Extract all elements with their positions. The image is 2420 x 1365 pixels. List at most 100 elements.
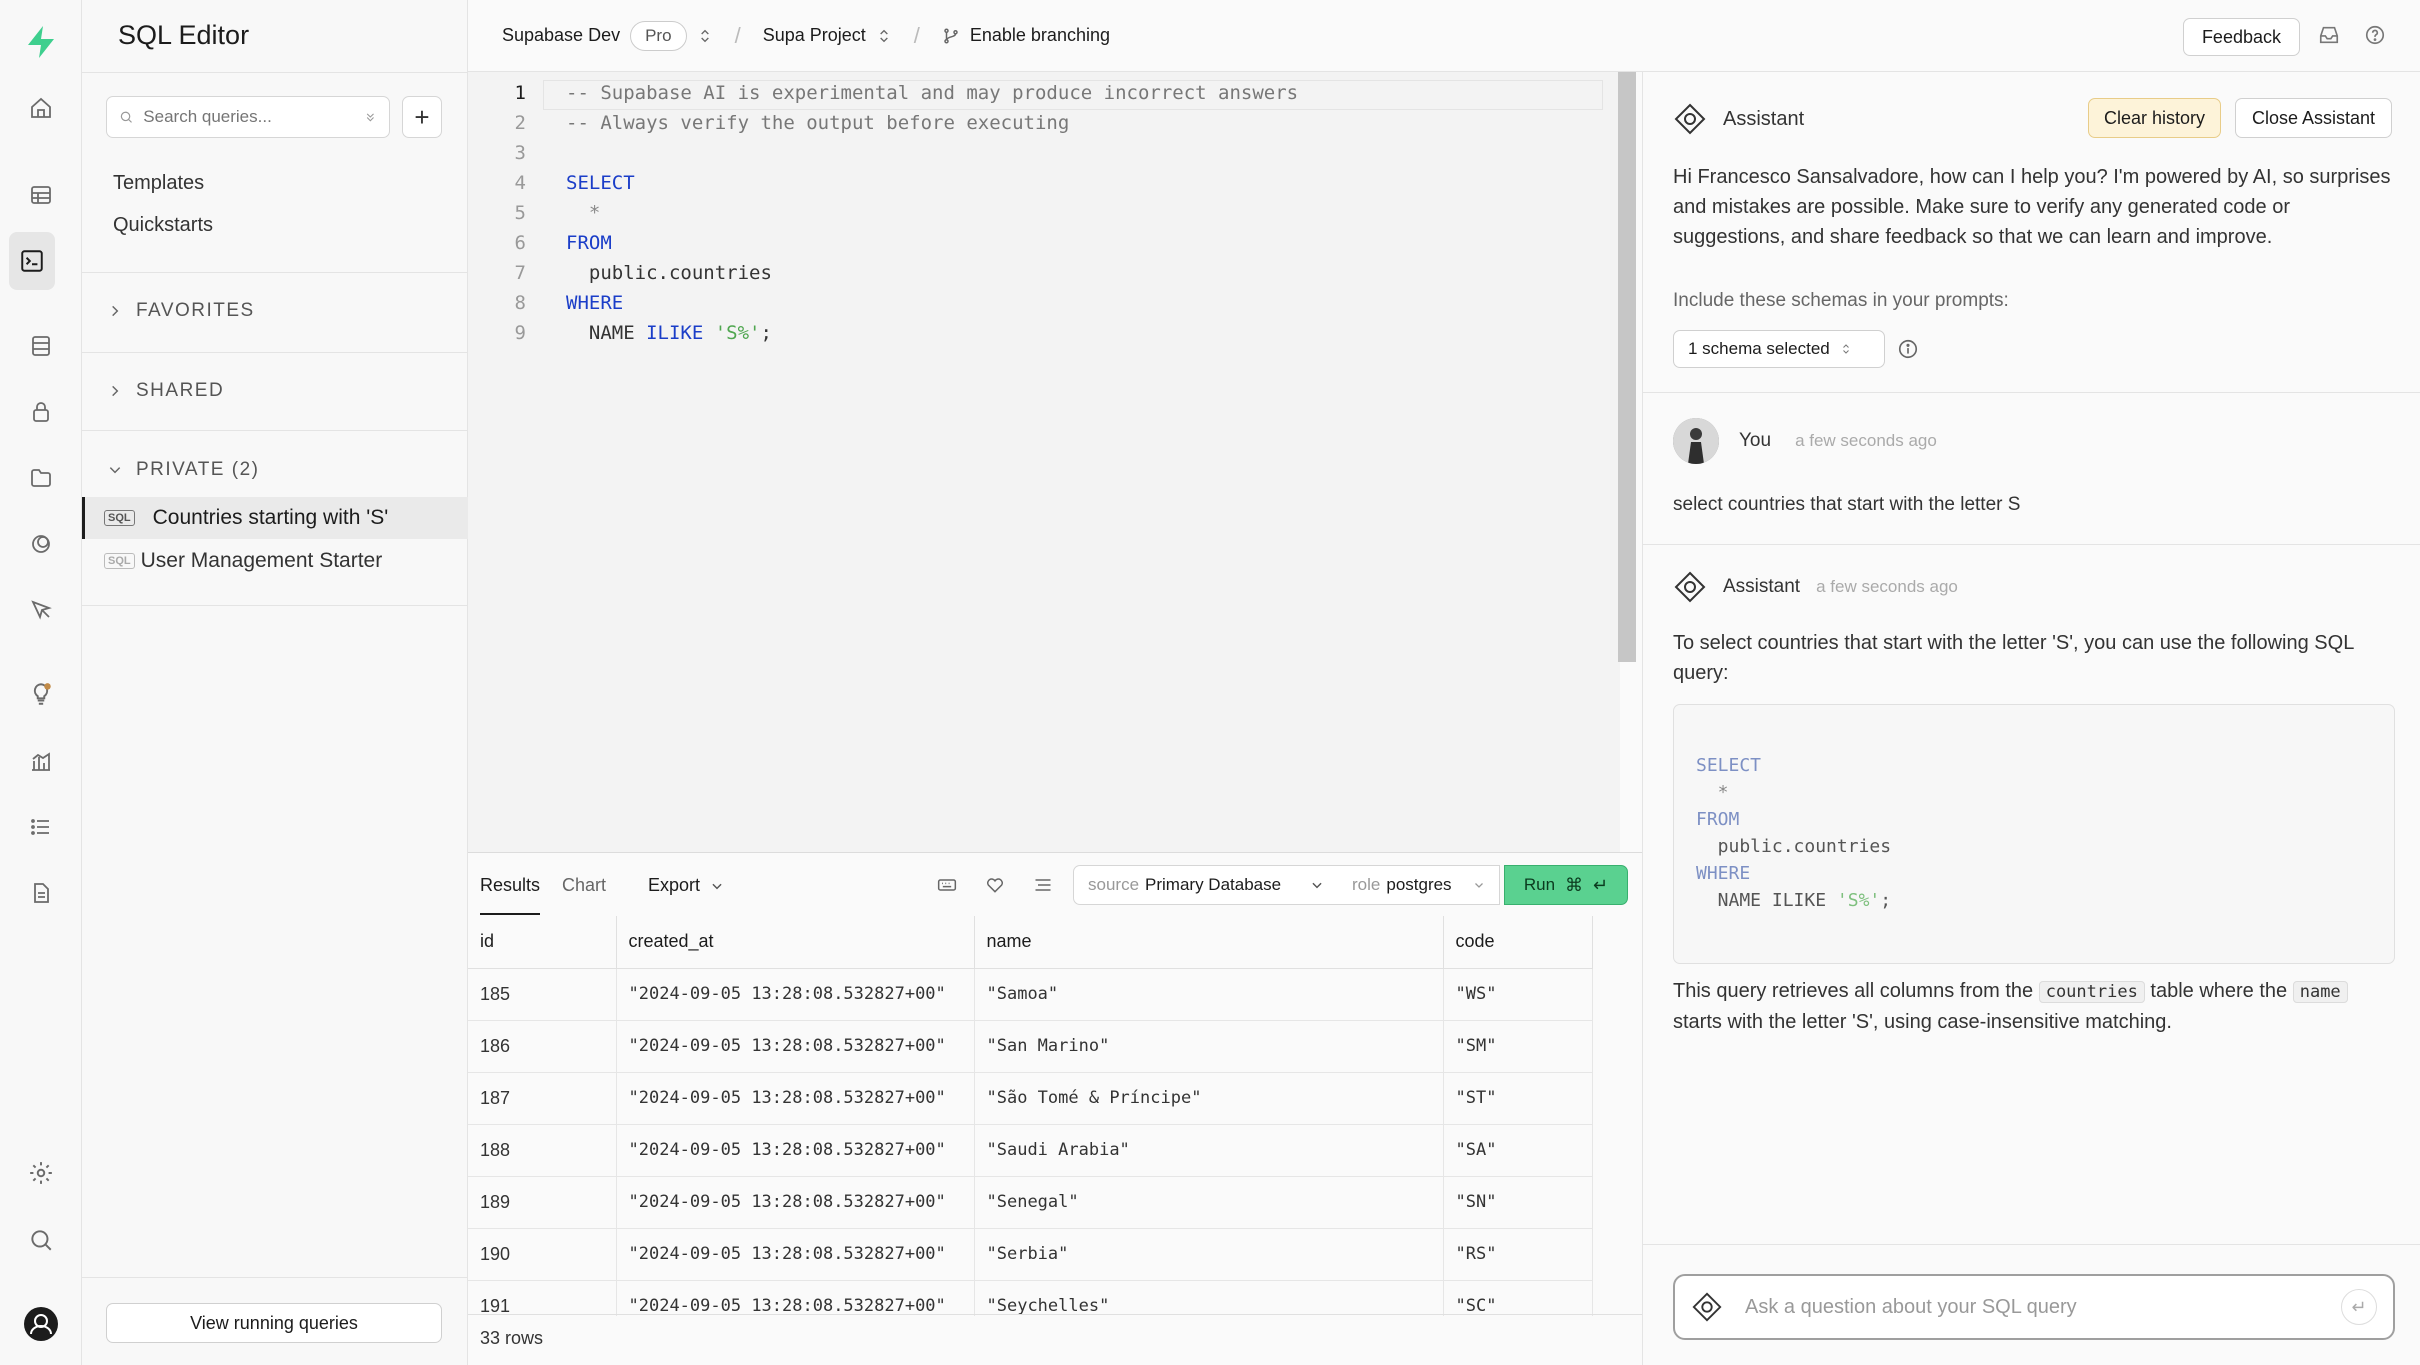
shared-section[interactable]: SHARED <box>108 380 224 402</box>
ask-assistant-field[interactable]: ↵ <box>1673 1274 2395 1340</box>
org-breadcrumb[interactable]: Supabase Dev Pro <box>502 20 713 51</box>
table-cell[interactable]: 190 <box>468 1228 617 1281</box>
table-cell[interactable]: "2024-09-05 13:28:08.532827+00" <box>616 1228 975 1281</box>
settings-gear-icon[interactable] <box>21 1153 61 1193</box>
table-cell[interactable]: "Senegal" <box>974 1176 1444 1229</box>
favorite-heart-icon[interactable] <box>984 875 1006 895</box>
table-cell[interactable]: "SA" <box>1443 1124 1593 1177</box>
column-header[interactable]: id <box>468 916 617 969</box>
new-query-button[interactable]: + <box>402 96 442 138</box>
role-select[interactable]: role postgres <box>1338 865 1500 905</box>
realtime-icon[interactable] <box>21 524 61 564</box>
results-table-wrapper[interactable]: id created_at name code 185 "2024-09-05 1… <box>468 916 1598 1316</box>
info-icon[interactable] <box>1897 338 1919 360</box>
home-icon[interactable] <box>21 88 61 128</box>
export-dropdown[interactable]: Export <box>648 875 724 896</box>
table-cell[interactable]: "2024-09-05 13:28:08.532827+00" <box>616 1020 975 1073</box>
table-row[interactable]: 189 "2024-09-05 13:28:08.532827+00" "Seneg… <box>468 1176 1593 1229</box>
send-enter-icon[interactable]: ↵ <box>2341 1289 2377 1325</box>
table-cell[interactable]: "RS" <box>1443 1228 1593 1281</box>
divider <box>468 1314 1642 1315</box>
table-cell[interactable]: "2024-09-05 13:28:08.532827+00" <box>616 1124 975 1177</box>
table-row[interactable]: 185 "2024-09-05 13:28:08.532827+00" "Samoa… <box>468 968 1593 1021</box>
inbox-icon[interactable] <box>2318 24 2340 46</box>
table-cell[interactable]: 187 <box>468 1072 617 1125</box>
sql-editor-icon[interactable] <box>9 232 55 290</box>
table-row[interactable]: 187 "2024-09-05 13:28:08.532827+00" "São T… <box>468 1072 1593 1125</box>
sql-code-block[interactable]: SELECT * FROM public.countries WHERE NAM… <box>1673 704 2395 964</box>
supabase-logo-icon[interactable] <box>21 22 61 62</box>
search-icon[interactable] <box>21 1220 61 1260</box>
table-row[interactable]: 190 "2024-09-05 13:28:08.532827+00" "Serbi… <box>468 1228 1593 1281</box>
favorites-section[interactable]: FAVORITES <box>108 300 255 322</box>
column-header[interactable]: code <box>1443 916 1593 969</box>
table-cell[interactable]: "2024-09-05 13:28:08.532827+00" <box>616 968 975 1021</box>
table-cell[interactable]: "Saudi Arabia" <box>974 1124 1444 1177</box>
chevron-right-icon <box>112 385 119 397</box>
reports-icon[interactable] <box>21 741 61 781</box>
search-queries-field[interactable] <box>106 96 390 138</box>
table-cell[interactable]: "SM" <box>1443 1020 1593 1073</box>
table-cell[interactable]: "ST" <box>1443 1072 1593 1125</box>
query-item-countries[interactable]: SQL Countries starting with 'S' <box>82 497 468 539</box>
chevron-down-icon <box>1475 883 1483 888</box>
source-value: Primary Database <box>1145 875 1282 894</box>
table-cell[interactable]: 188 <box>468 1124 617 1177</box>
table-cell[interactable]: "San Marino" <box>974 1020 1444 1073</box>
close-assistant-button[interactable]: Close Assistant <box>2235 98 2393 138</box>
templates-link[interactable]: Templates <box>113 172 204 195</box>
ask-input[interactable] <box>1745 1295 2341 1319</box>
logs-list-icon[interactable] <box>21 807 61 847</box>
column-header[interactable]: name <box>974 916 1444 969</box>
table-row[interactable]: 191 "2024-09-05 13:28:08.532827+00" "Seych… <box>468 1280 1593 1316</box>
column-header[interactable]: created_at <box>616 916 975 969</box>
code-editor[interactable]: 1 2 3 4 5 6 7 8 9 -- Supabase AI is expe… <box>468 72 1636 852</box>
schema-select[interactable]: 1 schema selected <box>1673 330 1885 368</box>
source-select[interactable]: source Primary Database <box>1073 865 1339 905</box>
table-cell[interactable]: "Serbia" <box>974 1228 1444 1281</box>
editor-scrollbar[interactable] <box>1618 72 1636 662</box>
chevron-updown-icon <box>700 29 709 42</box>
run-button[interactable]: Run ⌘ ↵ <box>1504 865 1628 905</box>
table-cell[interactable]: "WS" <box>1443 968 1593 1021</box>
storage-icon[interactable] <box>21 458 61 498</box>
query-item-user-management[interactable]: SQL User Management Starter <box>82 540 468 582</box>
view-running-queries-button[interactable]: View running queries <box>106 1303 442 1343</box>
table-cell[interactable]: "2024-09-05 13:28:08.532827+00" <box>616 1072 975 1125</box>
table-cell[interactable]: 186 <box>468 1020 617 1073</box>
filter-chevron-icon[interactable] <box>364 109 377 125</box>
table-cell[interactable]: "SN" <box>1443 1176 1593 1229</box>
search-input[interactable] <box>143 107 365 127</box>
table-cell[interactable]: "SC" <box>1443 1280 1593 1316</box>
table-cell[interactable]: 189 <box>468 1176 617 1229</box>
clear-history-button[interactable]: Clear history <box>2088 98 2222 138</box>
enable-branching-button[interactable]: Enable branching <box>942 25 1110 46</box>
schema-prompt-label: Include these schemas in your prompts: <box>1673 290 2009 311</box>
quickstarts-link[interactable]: Quickstarts <box>113 214 213 237</box>
api-docs-icon[interactable] <box>21 873 61 913</box>
table-editor-icon[interactable] <box>21 175 61 215</box>
auth-lock-icon[interactable] <box>21 392 61 432</box>
table-cell[interactable]: 191 <box>468 1280 617 1316</box>
table-cell[interactable]: 185 <box>468 968 617 1021</box>
table-cell[interactable]: "Seychelles" <box>974 1280 1444 1316</box>
feedback-button[interactable]: Feedback <box>2182 18 2300 56</box>
table-row[interactable]: 186 "2024-09-05 13:28:08.532827+00" "San M… <box>468 1020 1593 1073</box>
tab-chart[interactable]: Chart <box>562 875 606 896</box>
user-account-icon[interactable] <box>21 1304 61 1344</box>
table-cell[interactable]: "São Tomé & Príncipe" <box>974 1072 1444 1125</box>
advisors-lightbulb-icon[interactable] <box>21 674 61 714</box>
assistant-title: Assistant <box>1723 107 1805 130</box>
tab-results[interactable]: Results <box>480 875 541 915</box>
keyboard-icon[interactable] <box>936 875 958 895</box>
edge-functions-icon[interactable] <box>21 590 61 630</box>
table-cell[interactable]: "2024-09-05 13:28:08.532827+00" <box>616 1176 975 1229</box>
database-icon[interactable] <box>21 326 61 366</box>
format-lines-icon[interactable] <box>1032 875 1054 895</box>
help-icon[interactable] <box>2364 24 2386 46</box>
table-row[interactable]: 188 "2024-09-05 13:28:08.532827+00" "Saudi… <box>468 1124 1593 1177</box>
private-section[interactable]: PRIVATE (2) <box>108 459 259 481</box>
table-cell[interactable]: "Samoa" <box>974 968 1444 1021</box>
project-breadcrumb[interactable]: Supa Project <box>763 25 892 46</box>
table-cell[interactable]: "2024-09-05 13:28:08.532827+00" <box>616 1280 975 1316</box>
